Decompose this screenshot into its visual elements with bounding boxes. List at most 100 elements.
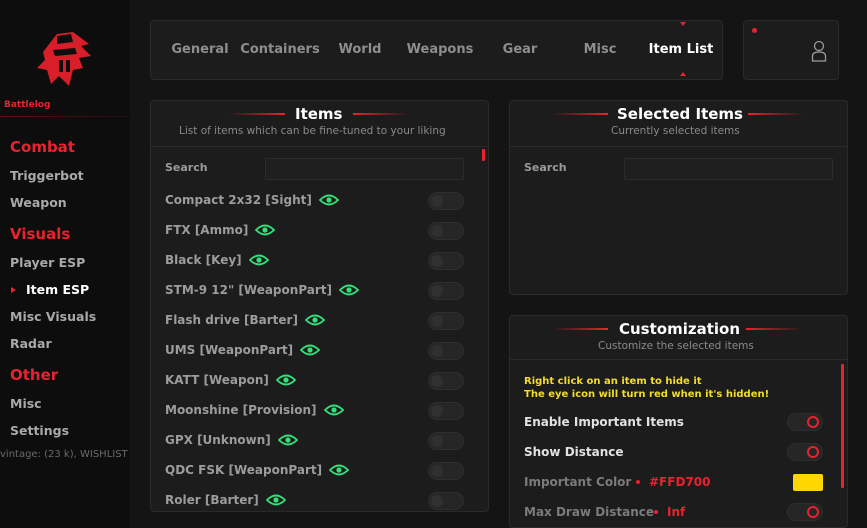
section-visuals: Visuals [10, 225, 71, 243]
item-row[interactable]: Roler [Barter] [165, 493, 286, 507]
user-icon[interactable] [811, 40, 827, 62]
item-row[interactable]: KATT [Weapon] [165, 373, 296, 387]
nav-settings[interactable]: Settings [10, 423, 69, 438]
item-row[interactable]: Compact 2x32 [Sight] [165, 193, 339, 207]
item-row[interactable]: FTX [Ammo] [165, 223, 276, 237]
active-arrow-icon [11, 287, 16, 293]
item-label: Moonshine [Provision] [165, 403, 317, 417]
items-search-label: Search [165, 161, 208, 174]
enable-important-label: Enable Important Items [524, 415, 684, 429]
item-row[interactable]: STM-9 12" [WeaponPart] [165, 283, 360, 297]
important-color-dot [636, 480, 640, 484]
item-row[interactable]: QDC FSK [WeaponPart] [165, 463, 350, 477]
items-divider [151, 146, 488, 147]
eye-icon[interactable] [304, 314, 325, 326]
section-other: Other [10, 366, 59, 384]
item-row[interactable]: GPX [Unknown] [165, 433, 298, 447]
item-label: GPX [Unknown] [165, 433, 271, 447]
items-title: Items [295, 105, 343, 123]
eye-icon[interactable] [277, 434, 298, 446]
tab-world[interactable]: World [333, 21, 387, 79]
item-toggle[interactable] [428, 282, 464, 300]
eye-icon[interactable] [275, 374, 296, 386]
tab-indicator-top-icon [680, 22, 686, 26]
max-draw-distance-label: Max Draw Distance [524, 505, 655, 519]
items-subtitle: List of items which can be fine-tuned to… [179, 125, 446, 137]
eye-icon[interactable] [318, 194, 339, 206]
selected-title-line-left [552, 113, 608, 115]
tab-bar: General Containers World Weapons Gear Mi… [150, 20, 723, 80]
items-title-line-right [353, 113, 409, 115]
important-color-label: Important Color [524, 475, 632, 489]
nav-misc-visuals[interactable]: Misc Visuals [10, 309, 96, 324]
tab-indicator-bottom-icon [680, 72, 686, 76]
item-label: KATT [Weapon] [165, 373, 269, 387]
item-toggle[interactable] [428, 192, 464, 210]
items-scrollbar-thumb[interactable] [482, 149, 485, 161]
eye-icon[interactable] [248, 254, 269, 266]
show-distance-label: Show Distance [524, 445, 624, 459]
nav-misc[interactable]: Misc [10, 396, 42, 411]
customization-divider [510, 359, 847, 360]
nav-weapon[interactable]: Weapon [10, 195, 67, 210]
item-toggle[interactable] [428, 402, 464, 420]
eye-icon[interactable] [329, 464, 350, 476]
selected-search-input[interactable] [624, 158, 833, 180]
custom-title-line-right [746, 328, 802, 330]
tab-containers[interactable]: Containers [240, 21, 320, 79]
items-title-line-left [229, 113, 285, 115]
tab-item-list[interactable]: Item List [644, 21, 718, 79]
item-label: Flash drive [Barter] [165, 313, 298, 327]
selected-search-label: Search [524, 161, 567, 174]
item-toggle[interactable] [428, 222, 464, 240]
notification-dot [752, 28, 757, 33]
eye-icon[interactable] [300, 344, 321, 356]
selected-divider [510, 146, 847, 147]
custom-title-line-left [552, 328, 608, 330]
items-search-input[interactable] [265, 158, 464, 180]
eye-icon[interactable] [265, 494, 286, 506]
item-label: QDC FSK [WeaponPart] [165, 463, 323, 477]
item-row[interactable]: Moonshine [Provision] [165, 403, 344, 417]
item-toggle[interactable] [428, 462, 464, 480]
tab-misc[interactable]: Misc [576, 21, 624, 79]
nav-player-esp[interactable]: Player ESP [10, 255, 85, 270]
item-label: Roler [Barter] [165, 493, 259, 507]
eye-icon[interactable] [323, 404, 344, 416]
item-toggle[interactable] [428, 432, 464, 450]
user-panel [743, 20, 839, 80]
eye-icon[interactable] [255, 224, 276, 236]
section-combat: Combat [10, 138, 75, 156]
brand-divider [0, 116, 130, 117]
tab-general[interactable]: General [166, 21, 234, 79]
nav-item-esp[interactable]: Item ESP [26, 282, 89, 297]
item-row[interactable]: Flash drive [Barter] [165, 313, 325, 327]
item-toggle[interactable] [428, 342, 464, 360]
show-distance-toggle[interactable] [787, 443, 823, 461]
max-draw-distance-dot [654, 510, 658, 514]
tab-weapons[interactable]: Weapons [403, 21, 477, 79]
enable-important-toggle[interactable] [787, 413, 823, 431]
item-toggle[interactable] [428, 312, 464, 330]
important-color-swatch[interactable] [793, 474, 823, 491]
item-label: UMS [WeaponPart] [165, 343, 294, 357]
eye-icon[interactable] [339, 284, 360, 296]
max-draw-distance-value: Inf [667, 505, 686, 519]
nav-radar[interactable]: Radar [10, 336, 52, 351]
customization-title: Customization [619, 320, 741, 338]
nav-triggerbot[interactable]: Triggerbot [10, 168, 84, 183]
customization-subtitle: Customize the selected items [598, 340, 754, 352]
knight-helmet-logo [37, 32, 91, 86]
max-draw-distance-control[interactable] [787, 503, 823, 521]
item-row[interactable]: UMS [WeaponPart] [165, 343, 321, 357]
item-toggle[interactable] [428, 492, 464, 510]
item-label: Black [Key] [165, 253, 242, 267]
item-toggle[interactable] [428, 252, 464, 270]
selected-items-title: Selected Items [617, 105, 743, 123]
customization-scrollbar-thumb[interactable] [841, 364, 844, 488]
hint-line-2: The eye icon will turn red when it's hid… [524, 389, 770, 400]
item-toggle[interactable] [428, 372, 464, 390]
overlay-text: vintage: (23 k), WISHLIST [0, 449, 128, 460]
tab-gear[interactable]: Gear [496, 21, 544, 79]
item-row[interactable]: Black [Key] [165, 253, 269, 267]
